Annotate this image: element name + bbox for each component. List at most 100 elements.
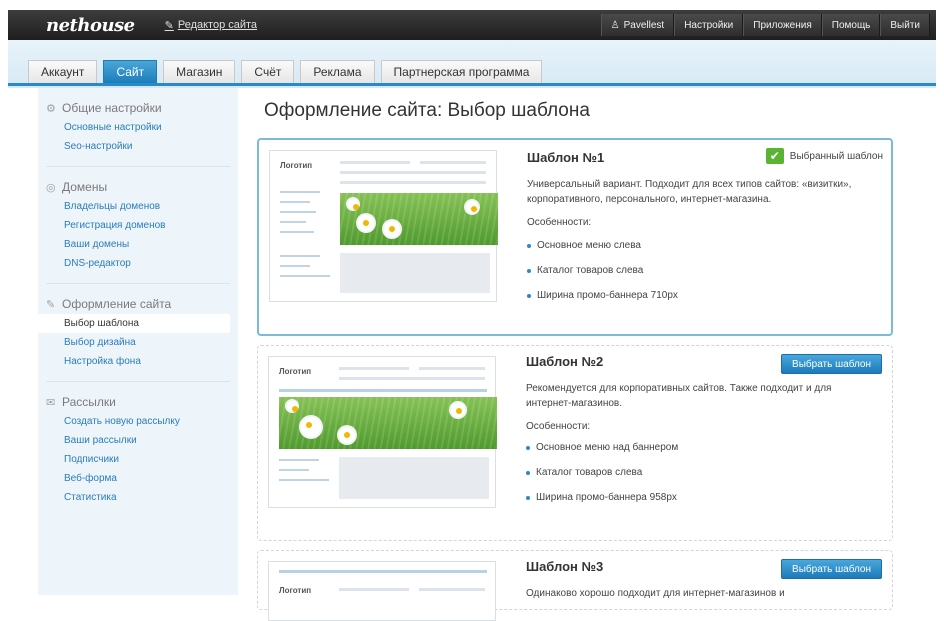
pencil-icon: ✎ [46, 298, 56, 311]
preview-menu-line [280, 255, 320, 257]
preview-menu-line [279, 469, 309, 471]
tab-bill[interactable]: Счёт [241, 60, 295, 83]
sidebar-item-dns-editor[interactable]: DNS-редактор [38, 254, 238, 273]
section-title: Рассылки [62, 395, 116, 409]
gear-icon: ⚙ [46, 102, 56, 115]
sidebar-item-domain-registration[interactable]: Регистрация доменов [38, 216, 238, 235]
daisy-image [466, 201, 478, 213]
section-title: Общие настройки [62, 101, 162, 115]
user-menu[interactable]: ♙ Pavellest [600, 14, 675, 36]
sidebar-section-domains: ◎ Домены Владельцы доменов Регистрация до… [38, 167, 238, 273]
preview-logo: Логотип [279, 586, 312, 595]
preview-logo: Логотип [280, 161, 313, 170]
sidebar-item-statistics[interactable]: Статистика [38, 488, 238, 507]
bullet-icon [527, 268, 531, 273]
preview-menu-line [279, 479, 329, 481]
logo[interactable]: nethouse [46, 15, 135, 36]
daisy-image [339, 427, 355, 443]
choose-template-button[interactable]: Выбрать шаблон [781, 559, 882, 579]
tab-account[interactable]: Аккаунт [28, 60, 98, 83]
feature-item: Каталог товаров слева [526, 467, 866, 478]
sidebar-item-your-domains[interactable]: Ваши домены [38, 235, 238, 254]
tabs-underline [8, 83, 936, 86]
daisy-image [384, 221, 400, 237]
preview-menu-line [280, 231, 314, 233]
checkmark-icon: ✔ [765, 148, 784, 164]
preview-line [340, 161, 410, 164]
preview-menu-line [280, 201, 310, 203]
sidebar-item-domain-owners[interactable]: Владельцы доменов [38, 197, 238, 216]
template-card-3[interactable]: Логотип Шаблон №3 Одинаково хорошо подхо… [257, 550, 893, 621]
template-preview: Логотип [268, 561, 496, 621]
preview-menu-line [280, 191, 320, 193]
section-title: Домены [62, 180, 108, 194]
daisy-image [301, 417, 321, 437]
template-info: Шаблон №1 Универсальный вариант. Подходи… [527, 150, 867, 301]
page-title: Оформление сайта: Выбор шаблона [264, 100, 590, 121]
sidebar-item-background-settings[interactable]: Настройка фона [38, 352, 238, 371]
site-editor-link[interactable]: ✎ Редактор сайта [165, 19, 257, 32]
selected-template-badge: ✔ Выбранный шаблон [765, 148, 883, 164]
sidebar: ⚙ Общие настройки Основные настройки Seo-… [38, 88, 238, 595]
sidebar-item-your-mailings[interactable]: Ваши рассылки [38, 431, 238, 450]
preview-content-box [340, 253, 490, 293]
nav-settings[interactable]: Настройки [674, 14, 744, 36]
preview-line [339, 588, 409, 591]
bullet-icon [527, 293, 531, 298]
preview-line [340, 181, 486, 184]
preview-line [419, 367, 485, 370]
template-description: Рекомендуется для корпоративных сайтов. … [526, 383, 832, 409]
preview-menu-line [280, 221, 306, 223]
tab-shop[interactable]: Магазин [163, 60, 236, 83]
nav-help[interactable]: Помощь [821, 14, 881, 36]
user-icon: ♙ [610, 19, 620, 31]
top-bar: nethouse ✎ Редактор сайта ♙ Pavellest На… [8, 10, 936, 40]
sidebar-item-web-form[interactable]: Веб-форма [38, 469, 238, 488]
template-info: Шаблон №2 Рекомендуется для корпоративны… [526, 354, 866, 503]
preview-top-menu [279, 570, 487, 573]
preview-line [420, 161, 486, 164]
choose-template-button[interactable]: Выбрать шаблон [781, 354, 882, 374]
bullet-icon [527, 243, 531, 248]
tab-ads[interactable]: Реклама [300, 60, 375, 83]
preview-content-box [339, 457, 489, 499]
feature-item: Ширина промо-баннера 958px [526, 492, 866, 503]
globe-icon: ◎ [46, 181, 56, 194]
tab-site[interactable]: Сайт [103, 60, 158, 83]
preview-logo: Логотип [279, 367, 312, 376]
tab-partner[interactable]: Партнерская программа [380, 60, 543, 83]
sidebar-section-general: ⚙ Общие настройки Основные настройки Seo-… [38, 88, 238, 156]
nav-logout[interactable]: Выйти [880, 14, 930, 36]
top-nav: ♙ Pavellest Настройки Приложения Помощь … [600, 14, 930, 36]
feature-item: Основное меню слева [527, 240, 867, 251]
template-card-2[interactable]: Логотип Шаблон №2 Рекомендуется для корп… [257, 345, 893, 541]
preview-line [339, 367, 409, 370]
template-card-1[interactable]: Логотип Шаблон №1 Универсальный вариант.… [257, 138, 893, 336]
sidebar-item-new-mailing[interactable]: Создать новую рассылку [38, 412, 238, 431]
daisy-image [451, 403, 465, 417]
daisy-image [287, 401, 298, 412]
sidebar-item-subscribers[interactable]: Подписчики [38, 450, 238, 469]
feature-item: Основное меню над баннером [526, 442, 866, 453]
template-description: Универсальный вариант. Подходит для всех… [527, 179, 852, 205]
sidebar-item-main-settings[interactable]: Основные настройки [38, 118, 238, 137]
preview-line [340, 171, 486, 174]
nav-apps[interactable]: Приложения [743, 14, 822, 36]
preview-menu-line [280, 211, 316, 213]
sidebar-item-design-choice[interactable]: Выбор дизайна [38, 333, 238, 352]
feature-item: Каталог товаров слева [527, 265, 867, 276]
preview-banner [340, 193, 498, 245]
daisy-image [348, 199, 359, 210]
preview-menu-line [280, 265, 310, 267]
feature-item: Ширина промо-баннера 710px [527, 290, 867, 301]
mail-icon: ✉ [46, 396, 56, 409]
preview-menu-line [280, 275, 330, 277]
section-title: Оформление сайта [62, 297, 172, 311]
bullet-icon [526, 495, 530, 500]
preview-banner [279, 397, 497, 449]
pencil-icon: ✎ [164, 19, 174, 32]
bullet-icon [526, 445, 530, 450]
sidebar-item-template-choice[interactable]: Выбор шаблона [38, 314, 230, 333]
sidebar-section-design: ✎ Оформление сайта Выбор шаблона Выбор ди… [38, 284, 238, 371]
sidebar-item-seo[interactable]: Seo-настройки [38, 137, 238, 156]
